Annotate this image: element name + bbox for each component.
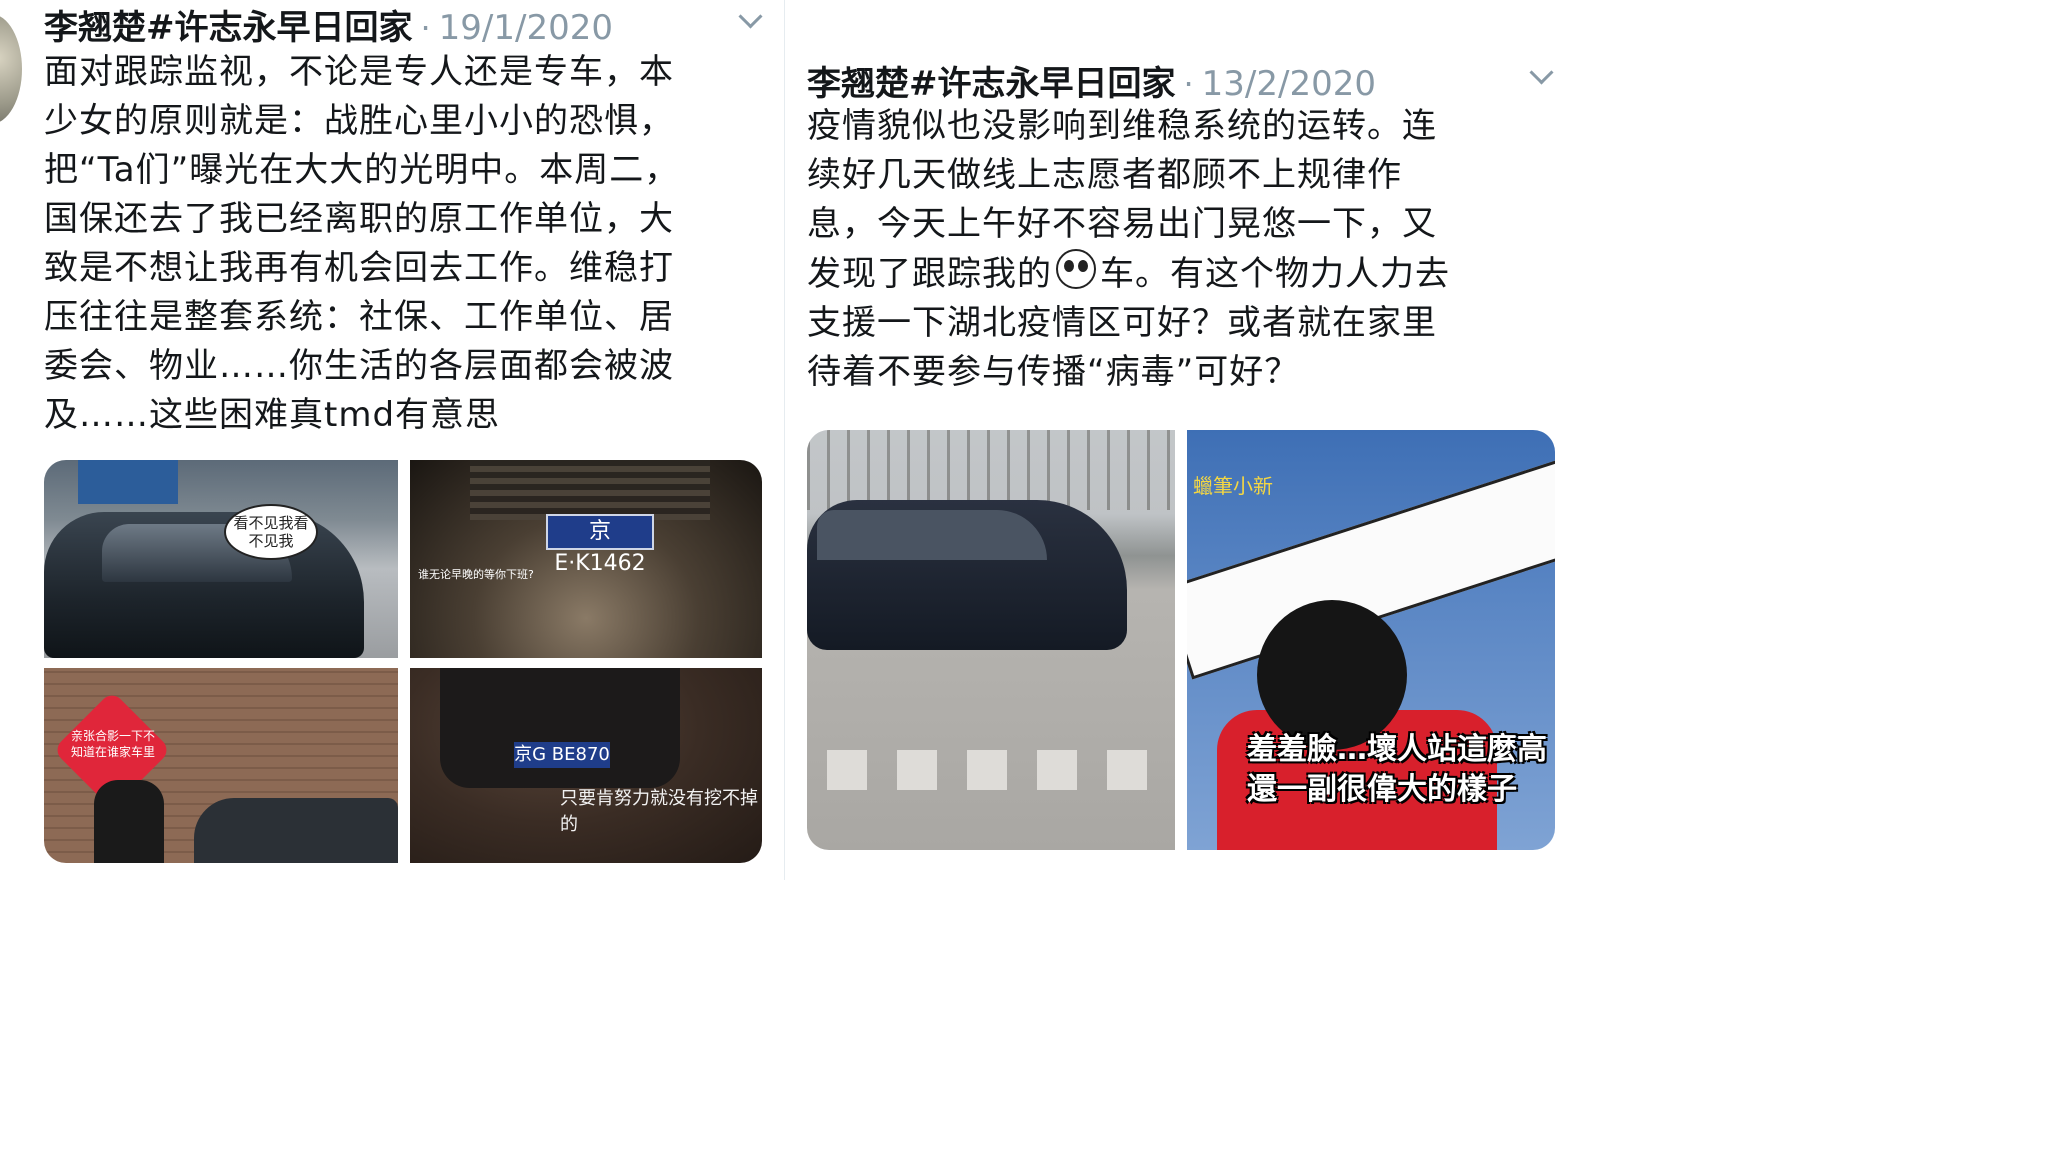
tweet-text-line: 疫情貌似也没影响到维稳系统的运转。连 [807, 106, 1437, 146]
tweet-text-line: 息，今天上午好不容易出门晃悠一下，又 [807, 204, 1437, 244]
tweet-text-line: 续好几天做线上志愿者都顾不上规律作 [807, 155, 1402, 195]
tweet-header: 李翘楚#许志永早日回家 · 13/2/2020 [807, 56, 1376, 105]
photo-car-rear-night[interactable]: 京G BE870 只要肯努力就没有挖不掉的 [410, 668, 762, 863]
tweet-text-line: 少女的原则就是：战胜心里小小的恐惧， [44, 101, 674, 141]
tweet-text-line-with-emoji: 发现了跟踪我的 车。有这个物力人力去 [807, 249, 1547, 299]
meme-caption-line: 羞羞臉…壞人站這麼高 [1247, 732, 1547, 767]
panda-icon [1056, 249, 1096, 289]
separator: · [1183, 65, 1194, 103]
cartoon-logo-text: 蠟筆小新 [1193, 474, 1273, 498]
tweet-text-line: 待着不要参与传播“病毒”可好？ [807, 352, 1300, 392]
photo-cartoon-meme[interactable]: 蠟筆小新 羞羞臉…壞人站這麼高 還一副很偉大的樣子 [1187, 430, 1555, 850]
tweet-text-line: 及……这些困难真tmd有意思 [44, 395, 501, 435]
photo-car-front-night[interactable]: 京E·K1462 谁无论早晚的等你下班? [410, 460, 762, 658]
road-marking-shape [827, 750, 1147, 790]
tweet-text-line: 把“Ta们”曝光在大大的光明中。本周二， [44, 150, 680, 190]
chevron-down-icon[interactable] [1529, 60, 1554, 85]
author-name[interactable]: 李翘楚#许志永早日回家 [807, 56, 1176, 105]
trees-shape [807, 430, 1175, 510]
license-plate: 京G BE870 [514, 742, 610, 768]
tweet-text-fragment: 发现了跟踪我的 [807, 254, 1052, 294]
tweet-text-line: 面对跟踪监视，不论是专人还是专车，本 [44, 52, 674, 92]
heart-sticker-text: 亲张合影一下不知道在谁家车里 [70, 729, 155, 759]
tweet-text: 面对跟踪监视，不论是专人还是专车，本 少女的原则就是：战胜心里小小的恐惧， 把“… [44, 48, 764, 440]
chevron-down-icon[interactable] [738, 4, 763, 29]
tweet-text-line: 压往往是整套系统：社保、工作单位、居 [44, 297, 674, 337]
photo-selfie-brick-wall[interactable]: 亲张合影一下不知道在谁家车里 [44, 668, 398, 863]
car-shape [194, 798, 398, 863]
tweet-text-line: 支援一下湖北疫情区可好？或者就在家里 [807, 303, 1437, 343]
separator: · [420, 9, 431, 47]
tweet-date[interactable]: 13/2/2020 [1202, 64, 1376, 104]
van-window-shape [817, 510, 1047, 560]
tweet: 李翘楚#许志永早日回家 · 13/2/2020 疫情貌似也没影响到维稳系统的运转… [784, 0, 1568, 880]
license-plate: 京E·K1462 [546, 514, 654, 576]
cartoon-head-shape [1257, 600, 1407, 750]
tweet-text-line: 致是不想让我再有机会回去工作。维稳打 [44, 248, 674, 288]
tweet-text: 疫情貌似也没影响到维稳系统的运转。连 续好几天做线上志愿者都顾不上规律作 息，今… [807, 102, 1547, 397]
car-shape [440, 668, 680, 788]
tweet-text-line: 国保还去了我已经离职的原工作单位，大 [44, 199, 674, 239]
media-grid: 蠟筆小新 羞羞臉…壞人站這麼高 還一副很偉大的樣子 [807, 430, 1555, 850]
photo-caption: 只要肯努力就没有挖不掉的 [560, 788, 758, 835]
photo-car-parked[interactable]: 看不见我看不见我 [44, 460, 398, 658]
tweet-header: 李翘楚#许志永早日回家 · 19/1/2020 [44, 0, 613, 49]
meme-caption-line: 還一副很偉大的樣子 [1247, 772, 1517, 807]
photo-van-street[interactable] [807, 430, 1175, 850]
author-name[interactable]: 李翘楚#许志永早日回家 [44, 0, 413, 49]
avatar[interactable] [0, 14, 22, 124]
grille-shape [470, 460, 710, 520]
photo-caption: 谁无论早晚的等你下班? [418, 568, 534, 581]
tweet: 李翘楚#许志永早日回家 · 19/1/2020 面对跟踪监视，不论是专人还是专车… [0, 0, 784, 880]
tweet-date[interactable]: 19/1/2020 [439, 8, 613, 48]
bus-shape [78, 460, 178, 504]
tweet-text-line: 委会、物业……你生活的各层面都会被波 [44, 346, 674, 386]
speech-bubble: 看不见我看不见我 [224, 504, 318, 560]
media-grid: 看不见我看不见我 京E·K1462 谁无论早晚的等你下班? 亲张合影一下不知道在… [44, 460, 762, 863]
person-shape [94, 780, 164, 863]
tweet-text-fragment: 车。有这个物力人力去 [1100, 254, 1450, 294]
meme-caption: 羞羞臉…壞人站這麼高 還一副很偉大的樣子 [1247, 730, 1547, 810]
